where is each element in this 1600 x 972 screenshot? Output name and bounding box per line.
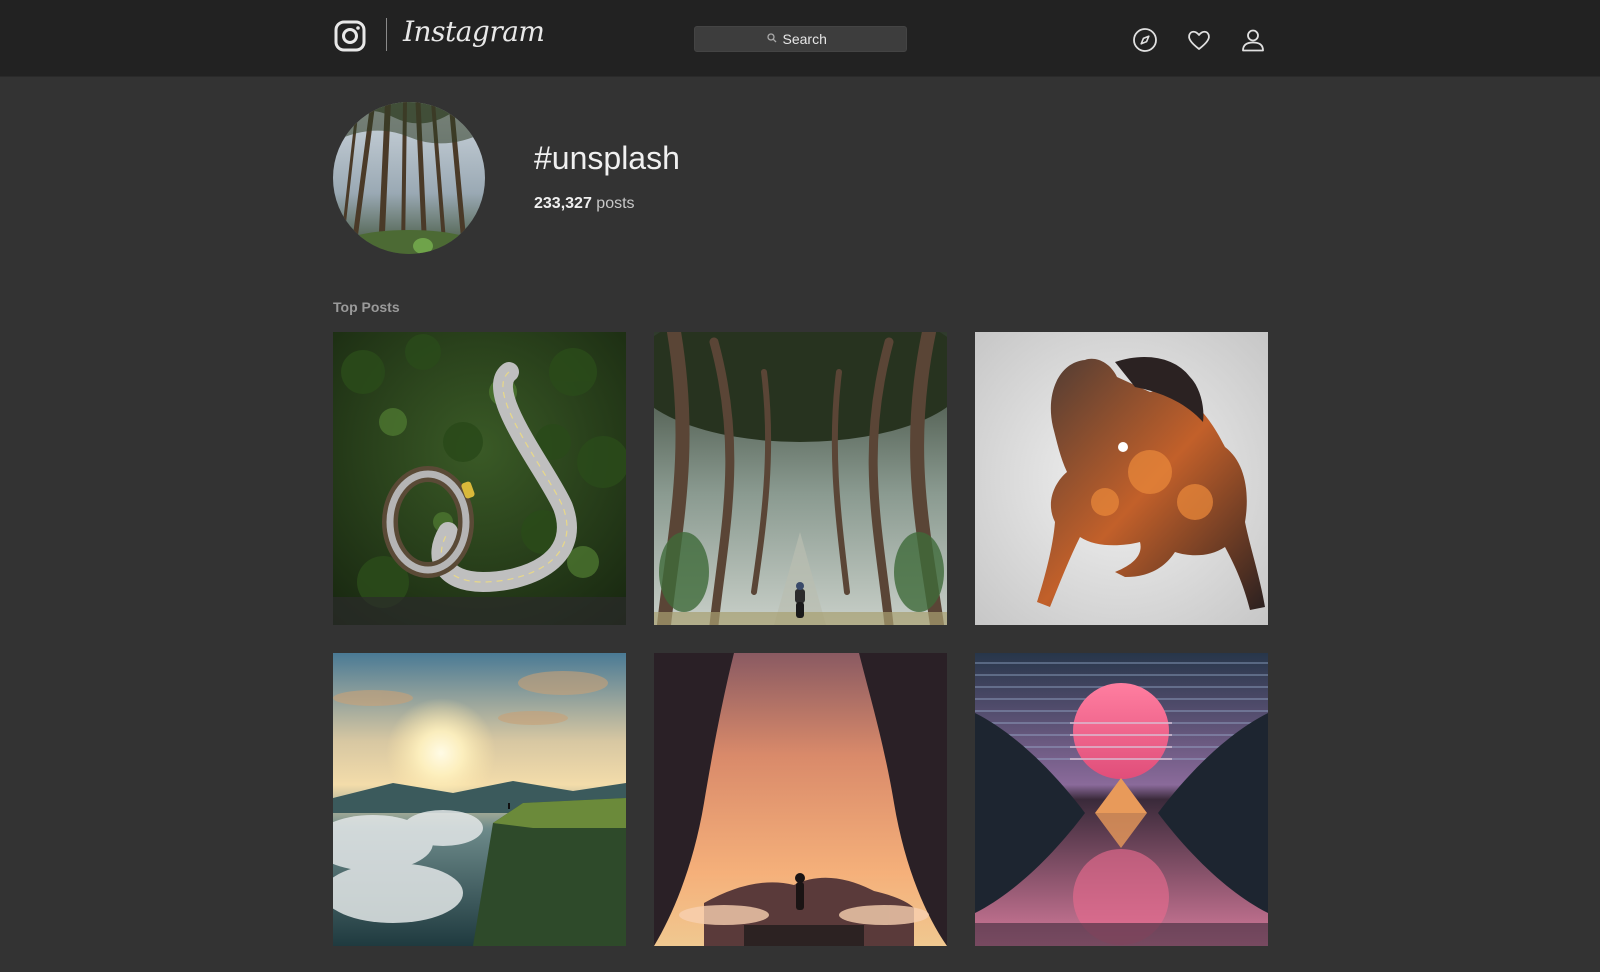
post-count-number: 233,327: [534, 195, 592, 212]
tree-tunnel-motorcycle-photo[interactable]: [654, 332, 947, 625]
top-nav-bar: Instagram: [0, 0, 1600, 77]
instagram-camera-icon[interactable]: [334, 20, 366, 52]
explore-compass-icon[interactable]: [1132, 27, 1158, 53]
instagram-wordmark[interactable]: Instagram: [403, 15, 545, 55]
search-input[interactable]: [782, 31, 835, 47]
search-icon: [766, 30, 777, 48]
logo-divider: [386, 18, 387, 51]
post-count: 233,327 posts: [534, 195, 635, 213]
cave-sunset-hiker-photo[interactable]: [654, 653, 947, 946]
profile-person-icon[interactable]: [1240, 27, 1266, 53]
sunrise-over-clouds-cliff-photo[interactable]: [333, 653, 626, 946]
post-count-label: posts: [596, 195, 635, 212]
top-posts-grid: [333, 332, 1268, 946]
hashtag-title: #unsplash: [534, 140, 680, 176]
retro-sun-mountain-reflection-photo[interactable]: [975, 653, 1268, 946]
top-posts-title: Top Posts: [333, 299, 400, 315]
winding-road-loop-photo[interactable]: [333, 332, 626, 625]
activity-heart-icon[interactable]: [1186, 27, 1212, 53]
search-box[interactable]: [694, 26, 907, 52]
hashtag-avatar: [333, 102, 485, 254]
horse-double-exposure-photo[interactable]: [975, 332, 1268, 625]
